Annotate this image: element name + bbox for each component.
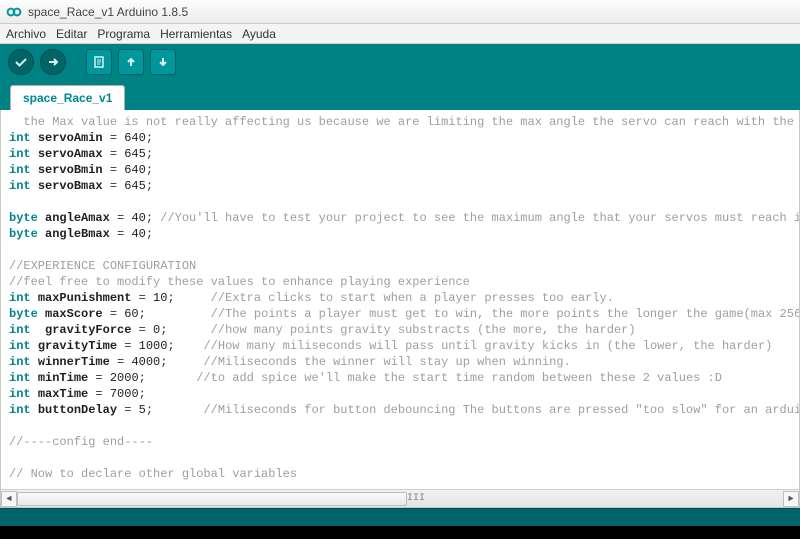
code-content: the Max value is not really affecting us… [1,110,799,482]
menu-bar: Archivo Editar Programa Herramientas Ayu… [0,24,800,44]
tab-active[interactable]: space_Race_v1 [10,85,125,110]
scroll-right-arrow-icon[interactable]: ► [783,491,799,507]
console-area [0,526,800,539]
window-titlebar: space_Race_v1 Arduino 1.8.5 [0,0,800,24]
save-button[interactable] [150,49,176,75]
upload-button[interactable] [40,49,66,75]
tab-strip: space_Race_v1 [0,80,800,110]
window-title: space_Race_v1 Arduino 1.8.5 [28,5,188,19]
menu-ayuda[interactable]: Ayuda [242,27,276,41]
verify-button[interactable] [8,49,34,75]
scroll-track[interactable]: III [17,491,783,507]
menu-archivo[interactable]: Archivo [6,27,46,41]
horizontal-scrollbar[interactable]: ◄ III ► [1,489,799,507]
status-bar [0,508,800,526]
scroll-thumb[interactable] [17,492,407,506]
toolbar [0,44,800,80]
menu-herramientas[interactable]: Herramientas [160,27,232,41]
scroll-left-arrow-icon[interactable]: ◄ [1,491,17,507]
scroll-marker: III [407,491,425,507]
menu-programa[interactable]: Programa [97,27,150,41]
code-editor[interactable]: the Max value is not really affecting us… [0,110,800,508]
new-button[interactable] [86,49,112,75]
open-button[interactable] [118,49,144,75]
menu-editar[interactable]: Editar [56,27,87,41]
arduino-logo-icon [6,4,22,20]
